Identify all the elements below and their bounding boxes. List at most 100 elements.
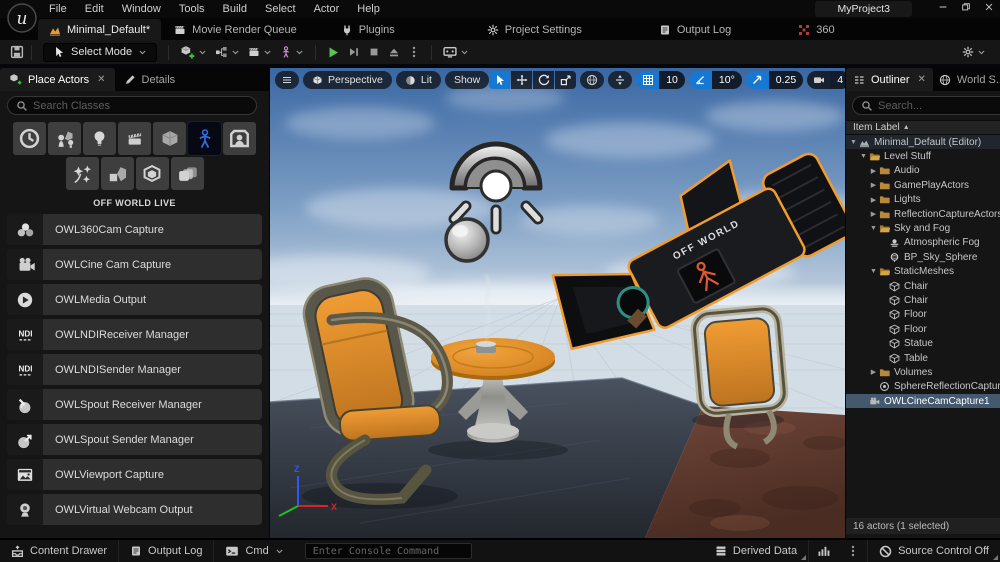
outliner-row-floor[interactable]: Floor bbox=[846, 308, 1000, 322]
derived-data-button[interactable]: Derived Data bbox=[704, 540, 809, 562]
tab-output-log[interactable]: Output Log bbox=[648, 19, 742, 40]
place-item-owl360cam-capture[interactable]: OWL360Cam Capture bbox=[7, 214, 262, 245]
stop-button[interactable] bbox=[364, 41, 384, 63]
outliner-row-atmospheric-fog[interactable]: Atmospheric Fog bbox=[846, 236, 1000, 250]
viewport-canvas[interactable]: OFF WORLD Z X bbox=[270, 68, 845, 538]
platforms-dropdown[interactable] bbox=[439, 41, 473, 63]
output-log-button[interactable]: Output Log bbox=[119, 540, 214, 562]
outliner-row-sky-and-fog[interactable]: ▼Sky and Fog bbox=[846, 221, 1000, 235]
cmd-dropdown[interactable]: Cmd bbox=[214, 540, 294, 562]
world-local-toggle[interactable] bbox=[580, 71, 604, 89]
expander-icon[interactable]: ▶ bbox=[869, 196, 878, 204]
maximize-icon[interactable] bbox=[961, 2, 971, 12]
outliner-row-chair[interactable]: Chair bbox=[846, 279, 1000, 293]
expander-icon[interactable]: ▼ bbox=[869, 268, 878, 275]
place-item-owlvirtual-webcam-output[interactable]: OWLVirtual Webcam Output bbox=[7, 494, 262, 525]
tab-place-actors[interactable]: Place Actors ✕ bbox=[0, 68, 115, 91]
category-cinematic[interactable] bbox=[118, 122, 151, 155]
expander-icon[interactable]: ▼ bbox=[849, 139, 858, 146]
surface-snapping-button[interactable] bbox=[608, 71, 632, 89]
menu-help[interactable]: Help bbox=[348, 1, 389, 17]
scale-tool-button[interactable] bbox=[555, 71, 576, 89]
select-mode-dropdown[interactable]: Select Mode bbox=[43, 43, 157, 62]
scale-snap-control[interactable]: 0.25 bbox=[746, 71, 803, 89]
camera-speed-control[interactable]: 4 bbox=[807, 71, 845, 89]
category-basic[interactable] bbox=[48, 122, 81, 155]
select-tool-button[interactable] bbox=[489, 71, 510, 89]
menu-actor[interactable]: Actor bbox=[305, 1, 349, 17]
place-item-owlcine-cam-capture[interactable]: OWLCine Cam Capture bbox=[7, 249, 262, 280]
place-item-owlndisender-manager[interactable]: NDIOWLNDISender Manager bbox=[7, 354, 262, 385]
play-settings-dropdown[interactable] bbox=[276, 41, 308, 63]
rotate-tool-button[interactable] bbox=[533, 71, 554, 89]
show-dropdown[interactable]: Show bbox=[445, 71, 489, 89]
tab-plugins[interactable]: Plugins bbox=[330, 19, 406, 40]
category-characters[interactable] bbox=[188, 122, 221, 155]
outliner-row-minimal-default-editor[interactable]: ▼Minimal_Default (Editor) bbox=[846, 135, 1000, 149]
outliner-row-spherereflectioncapture[interactable]: SphereReflectionCapture bbox=[846, 380, 1000, 394]
tab-world-settings[interactable]: World S... bbox=[933, 68, 1000, 91]
tab-360[interactable]: 360 bbox=[787, 19, 845, 40]
rotation-snap-control[interactable]: 10° bbox=[689, 71, 742, 89]
viewport-options-menu[interactable] bbox=[275, 71, 299, 89]
close-icon[interactable] bbox=[984, 2, 994, 12]
level-viewport[interactable]: OFF WORLD Z X Per bbox=[270, 68, 845, 538]
tab-movie-render-queue[interactable]: Movie Render Queue bbox=[163, 19, 308, 40]
place-item-owlspout-sender-manager[interactable]: OWLSpout Sender Manager bbox=[7, 424, 262, 455]
tab-minimal-default[interactable]: Minimal_Default* bbox=[38, 19, 161, 40]
play-options-menu[interactable] bbox=[404, 41, 424, 63]
menu-build[interactable]: Build bbox=[214, 1, 256, 17]
place-search-field[interactable] bbox=[7, 96, 257, 115]
outliner-row-staticmeshes[interactable]: ▼StaticMeshes bbox=[846, 265, 1000, 279]
expander-icon[interactable]: ▼ bbox=[859, 153, 868, 160]
menu-window[interactable]: Window bbox=[113, 1, 170, 17]
menu-file[interactable]: File bbox=[40, 1, 76, 17]
outliner-search-field[interactable] bbox=[852, 96, 1000, 115]
save-button[interactable] bbox=[10, 45, 24, 59]
move-tool-button[interactable] bbox=[511, 71, 532, 89]
expander-icon[interactable]: ▶ bbox=[869, 368, 878, 376]
content-drawer-button[interactable]: Content Drawer bbox=[0, 540, 119, 562]
blueprints-dropdown[interactable] bbox=[211, 41, 244, 63]
insights-button[interactable] bbox=[809, 540, 839, 562]
add-actor-dropdown[interactable] bbox=[176, 41, 211, 63]
menu-tools[interactable]: Tools bbox=[170, 1, 214, 17]
place-item-owlviewport-capture[interactable]: OWLViewport Capture bbox=[7, 459, 262, 490]
category-media[interactable] bbox=[223, 122, 256, 155]
play-button[interactable] bbox=[323, 41, 344, 63]
category-volumes[interactable] bbox=[136, 157, 169, 190]
category-geometry[interactable] bbox=[101, 157, 134, 190]
tab-project-settings[interactable]: Project Settings bbox=[476, 19, 593, 40]
tab-outliner[interactable]: Outliner ✕ bbox=[846, 68, 933, 91]
outliner-row-reflectioncaptureactors[interactable]: ▶ReflectionCaptureActors bbox=[846, 207, 1000, 221]
menu-edit[interactable]: Edit bbox=[76, 1, 113, 17]
category-all-classes[interactable] bbox=[171, 157, 204, 190]
tab-details[interactable]: Details bbox=[115, 68, 185, 91]
close-tab-icon[interactable]: ✕ bbox=[97, 74, 105, 85]
place-item-owlspout-receiver-manager[interactable]: OWLSpout Receiver Manager bbox=[7, 389, 262, 420]
expander-icon[interactable]: ▼ bbox=[869, 225, 878, 232]
outliner-search-input[interactable] bbox=[878, 100, 1000, 112]
cinematics-dropdown[interactable] bbox=[244, 41, 276, 63]
outliner-row-volumes[interactable]: ▶Volumes bbox=[846, 365, 1000, 379]
source-control-button[interactable]: Source Control Off bbox=[868, 540, 1000, 562]
outliner-row-statue[interactable]: Statue bbox=[846, 336, 1000, 350]
close-tab-icon[interactable]: ✕ bbox=[918, 74, 926, 85]
outliner-row-owlcinecamcapture1[interactable]: OWLCineCamCapture1 bbox=[846, 394, 1000, 408]
outliner-row-bp-sky-sphere[interactable]: BP_Sky_Sphere bbox=[846, 250, 1000, 264]
outliner-row-table[interactable]: Table bbox=[846, 351, 1000, 365]
grid-snap-control[interactable]: 10 bbox=[636, 71, 685, 89]
outliner-row-level-stuff[interactable]: ▼Level Stuff bbox=[846, 149, 1000, 163]
category-shapes[interactable] bbox=[153, 122, 186, 155]
expander-icon[interactable]: ▶ bbox=[869, 181, 878, 189]
frame-skip-button[interactable] bbox=[344, 41, 364, 63]
item-label-header[interactable]: Item Label▲ bbox=[846, 120, 1000, 135]
menu-select[interactable]: Select bbox=[256, 1, 305, 17]
minimize-icon[interactable] bbox=[938, 2, 948, 12]
settings-dropdown[interactable] bbox=[958, 41, 990, 63]
place-item-owlmedia-output[interactable]: OWLMedia Output bbox=[7, 284, 262, 315]
perspective-dropdown[interactable]: Perspective bbox=[303, 71, 392, 89]
outliner-row-chair[interactable]: Chair bbox=[846, 293, 1000, 307]
eject-button[interactable] bbox=[384, 41, 404, 63]
outliner-row-floor[interactable]: Floor bbox=[846, 322, 1000, 336]
